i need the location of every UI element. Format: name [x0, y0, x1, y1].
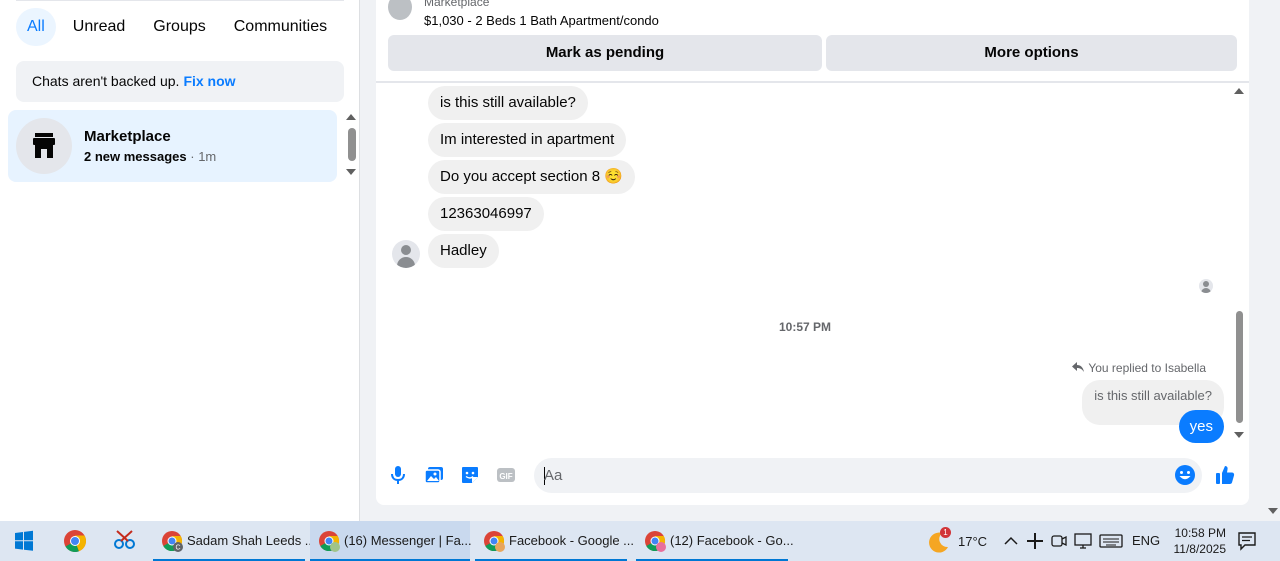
microphone-icon[interactable]: [387, 464, 409, 486]
message-timestamp: 10:57 PM: [778, 320, 832, 334]
chrome-icon[interactable]: [51, 521, 99, 561]
clock-date: 11/8/2025: [1173, 542, 1227, 556]
backup-notice: Chats aren't backed up. Fix now: [16, 61, 344, 102]
svg-text:GIF: GIF: [499, 472, 512, 481]
backup-notice-text: Chats aren't backed up.: [32, 73, 180, 89]
message-bubble[interactable]: is this still available?: [428, 86, 588, 120]
fix-now-link[interactable]: Fix now: [183, 73, 235, 89]
message-bubble[interactable]: Hadley: [428, 234, 499, 268]
profile-badge: C: [175, 545, 180, 552]
outgoing-message-bubble[interactable]: yes: [1178, 410, 1224, 443]
scrollbar-thumb[interactable]: [1236, 311, 1243, 423]
photo-icon[interactable]: [423, 464, 445, 486]
taskbar-app-label: Sadam Shah Leeds ...: [187, 533, 316, 548]
chrome-icon: [484, 531, 505, 552]
chat-panel: Marketplace $1,030 - 2 Beds 1 Bath Apart…: [376, 0, 1249, 505]
conversation-preview: 2 new messages · 1m: [84, 149, 217, 164]
seen-receipt-avatar: [1199, 279, 1213, 293]
message-input[interactable]: [544, 458, 1164, 493]
filter-groups[interactable]: Groups: [142, 8, 216, 46]
scroll-down-arrow[interactable]: [1234, 432, 1244, 438]
reply-indicator: You replied to Isabella: [1072, 361, 1206, 375]
conversation-time: 1m: [198, 149, 217, 164]
listing-source: Marketplace: [424, 0, 490, 9]
windows-taskbar: C Sadam Shah Leeds ... (16) Messenger | …: [0, 521, 1280, 561]
conversation-title: Marketplace: [84, 128, 171, 145]
weather-badge: 1: [940, 527, 951, 538]
snipping-tool-icon[interactable]: [101, 521, 149, 561]
filter-communities[interactable]: Communities: [223, 8, 338, 46]
weather-badge-count: 1: [943, 528, 948, 537]
taskbar-app-messenger[interactable]: (16) Messenger | Fa...: [310, 521, 472, 561]
filter-tabs: All Unread Groups Communities: [16, 8, 338, 46]
emoji-icon[interactable]: [1174, 464, 1196, 486]
gif-icon[interactable]: GIF: [495, 464, 517, 486]
filter-all[interactable]: All: [16, 8, 56, 46]
conversation-item-marketplace[interactable]: Marketplace 2 new messages · 1m: [8, 110, 337, 182]
taskbar-app-label: Facebook - Google ...: [509, 533, 635, 548]
network-icon[interactable]: [1072, 521, 1094, 561]
divider: [16, 0, 344, 1]
message-text: Do you accept section 8: [440, 168, 601, 185]
windows-start-icon[interactable]: [0, 521, 48, 561]
listing-thumbnail[interactable]: [388, 0, 412, 20]
mark-as-pending-button[interactable]: Mark as pending: [388, 35, 822, 71]
clock-time: 10:58 PM: [1174, 526, 1226, 540]
thumbs-up-icon[interactable]: [1214, 464, 1236, 486]
taskbar-app-chrome-profile[interactable]: C Sadam Shah Leeds ...: [153, 521, 316, 561]
chrome-icon: C: [162, 531, 183, 552]
chrome-icon: [645, 531, 666, 552]
store-icon: [16, 118, 72, 174]
page-scroll-down-arrow[interactable]: [1268, 508, 1278, 514]
notifications-icon[interactable]: [1234, 521, 1260, 561]
message-bubble[interactable]: Do you accept section 8 ☺️: [428, 160, 635, 194]
reply-note-text: You replied to Isabella: [1088, 361, 1206, 375]
scrollbar-thumb[interactable]: [348, 128, 356, 161]
keyboard-icon[interactable]: [1098, 521, 1124, 561]
divider: [376, 81, 1249, 83]
weather-temp: 17°C: [958, 534, 988, 549]
system-clock[interactable]: 10:58 PM 11/8/2025: [1166, 521, 1227, 561]
taskbar-app-facebook-2[interactable]: (12) Facebook - Go...: [636, 521, 794, 561]
smiling-emoji: ☺️: [604, 168, 623, 185]
camera-icon[interactable]: [1050, 521, 1068, 561]
chrome-icon: [319, 531, 340, 552]
sender-avatar[interactable]: [392, 240, 420, 268]
scroll-down-arrow[interactable]: [346, 169, 356, 175]
more-options-button[interactable]: More options: [826, 35, 1237, 71]
filter-unread[interactable]: Unread: [62, 8, 136, 46]
chat-list-panel: All Unread Groups Communities Chats aren…: [0, 0, 360, 521]
scroll-up-arrow[interactable]: [346, 114, 356, 120]
message-bubble[interactable]: Im interested in apartment: [428, 123, 627, 157]
taskbar-app-label: (16) Messenger | Fa...: [344, 533, 472, 548]
message-composer[interactable]: [534, 458, 1202, 493]
plus-icon[interactable]: [1025, 521, 1045, 561]
taskbar-app-facebook[interactable]: Facebook - Google ...: [475, 521, 634, 561]
reply-icon: [1072, 362, 1085, 372]
language-indicator[interactable]: ENG: [1132, 521, 1160, 561]
conversation-subtitle: 2 new messages: [84, 149, 187, 164]
show-hidden-icons-chevron-up-icon[interactable]: [1002, 521, 1020, 561]
sticker-icon[interactable]: [459, 464, 481, 486]
weather-widget[interactable]: 1 17°C: [924, 521, 996, 561]
message-bubble[interactable]: 12363046997: [428, 197, 544, 231]
taskbar-app-label: (12) Facebook - Go...: [670, 533, 794, 548]
listing-title[interactable]: $1,030 - 2 Beds 1 Bath Apartment/condo: [424, 13, 659, 28]
scroll-up-arrow[interactable]: [1234, 88, 1244, 94]
